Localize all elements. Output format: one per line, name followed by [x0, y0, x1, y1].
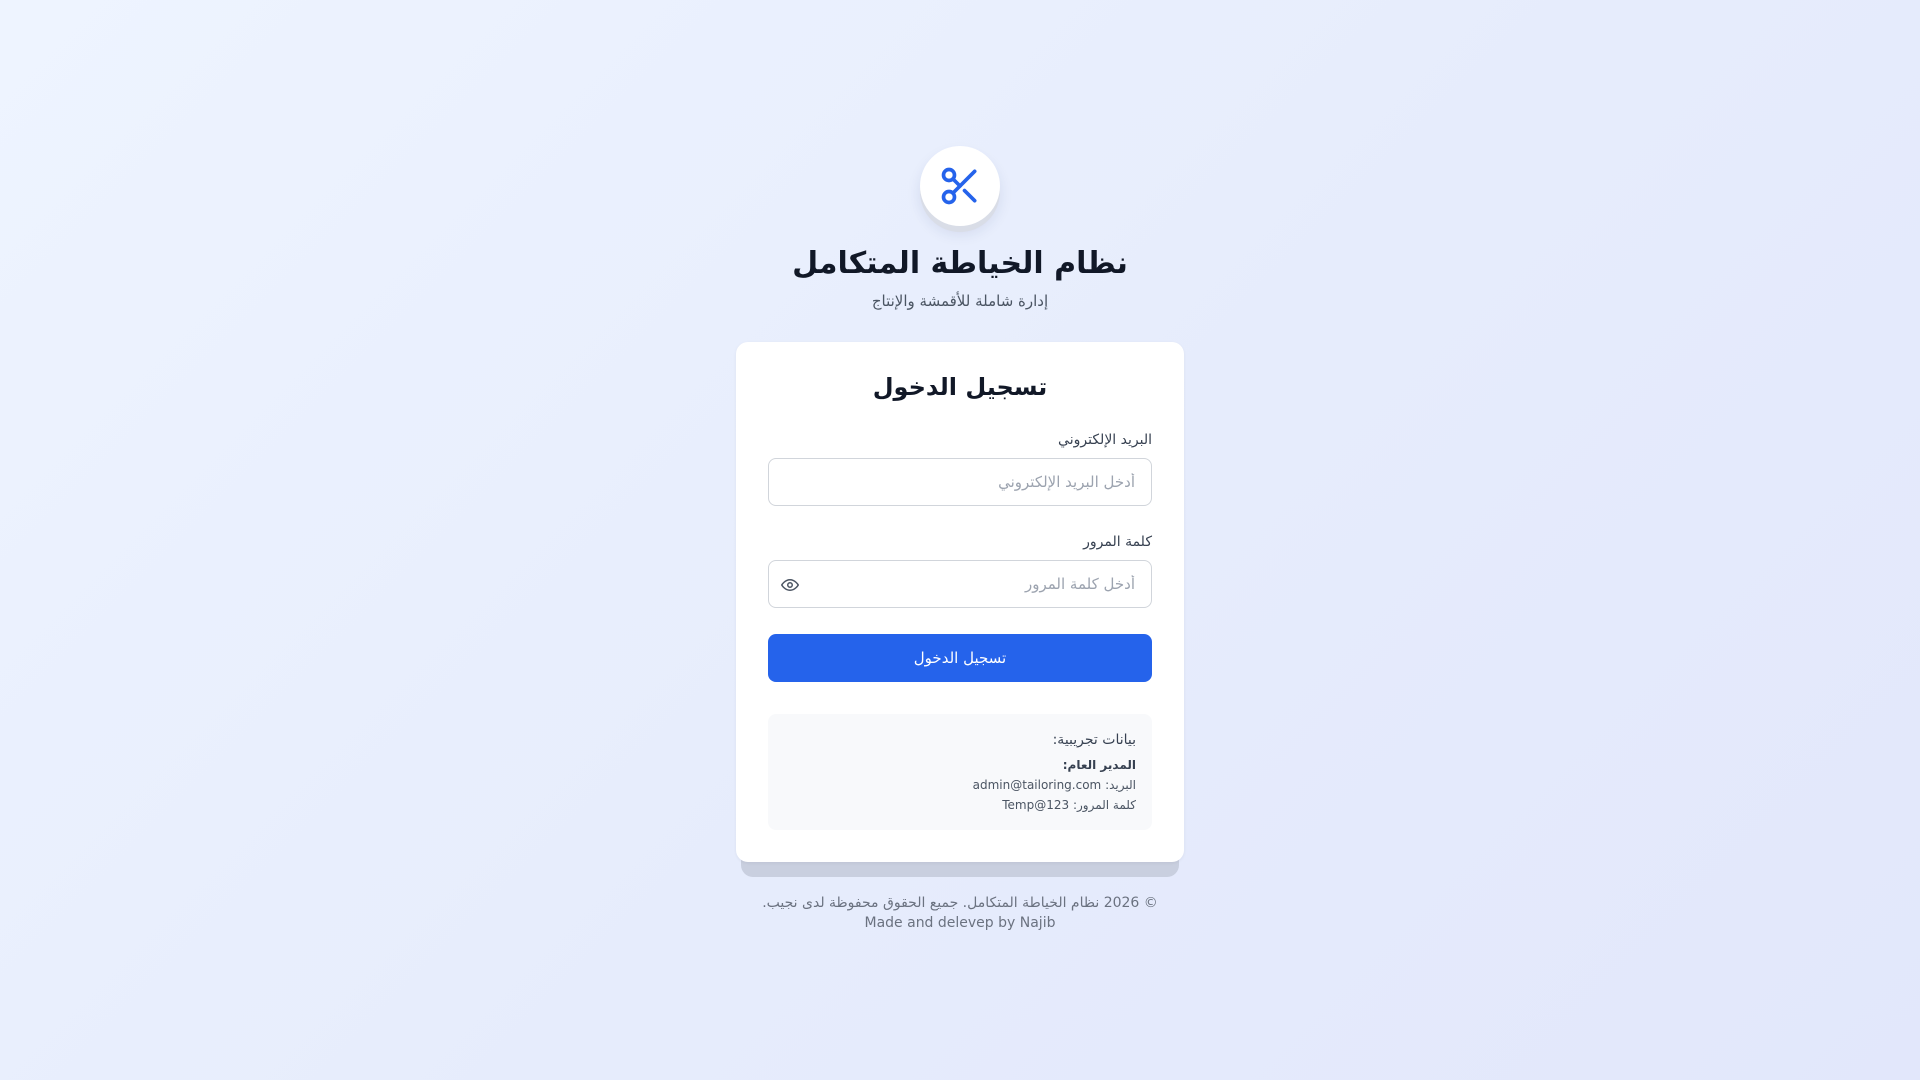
toggle-password-visibility[interactable] — [779, 574, 801, 596]
footer: © 2026 نظام الخياطة المتكامل. جميع الحقو… — [0, 893, 1920, 933]
app-logo — [920, 146, 1000, 226]
login-button[interactable]: تسجيل الدخول — [768, 634, 1152, 682]
login-title: تسجيل الدخول — [872, 373, 1048, 401]
brand-header: نظام الخياطة المتكامل إدارة شاملة للأقمش… — [0, 146, 1920, 312]
app-subtitle: إدارة شاملة للأقمشة والإنتاج — [871, 292, 1049, 310]
demo-email-value: admin@tailoring.com — [972, 778, 1102, 792]
demo-password-line: كلمة المرور: Temp@123 — [784, 796, 1136, 814]
password-field-container — [768, 560, 1152, 608]
footer-credit: Made and delevep by Najib — [864, 915, 1056, 931]
login-page: نظام الخياطة المتكامل إدارة شاملة للأقمش… — [0, 0, 1920, 1080]
eye-icon — [781, 579, 799, 591]
scissors-icon — [941, 167, 977, 205]
demo-email-label: البريد: — [1105, 778, 1136, 792]
login-card: تسجيل الدخول البريد الإلكتروني كلمة المر… — [736, 342, 1184, 862]
email-field-container — [768, 458, 1152, 506]
footer-copyright: © 2026 نظام الخياطة المتكامل. جميع الحقو… — [762, 895, 1158, 911]
demo-password-value: Temp@123 — [1002, 798, 1070, 812]
demo-role: المدير العام: — [1062, 758, 1136, 772]
demo-password-label: كلمة المرور: — [1072, 798, 1136, 812]
password-input[interactable] — [817, 561, 1137, 607]
password-label: كلمة المرور — [1083, 534, 1152, 550]
app-title: نظام الخياطة المتكامل — [792, 246, 1128, 281]
email-label: البريد الإلكتروني — [1058, 432, 1152, 448]
email-input[interactable] — [781, 459, 1137, 505]
demo-title: بيانات تجريبية: — [1052, 732, 1136, 748]
demo-email-line: البريد: admin@tailoring.com — [784, 776, 1136, 794]
demo-credentials: بيانات تجريبية: المدير العام: البريد: ad… — [768, 714, 1152, 830]
